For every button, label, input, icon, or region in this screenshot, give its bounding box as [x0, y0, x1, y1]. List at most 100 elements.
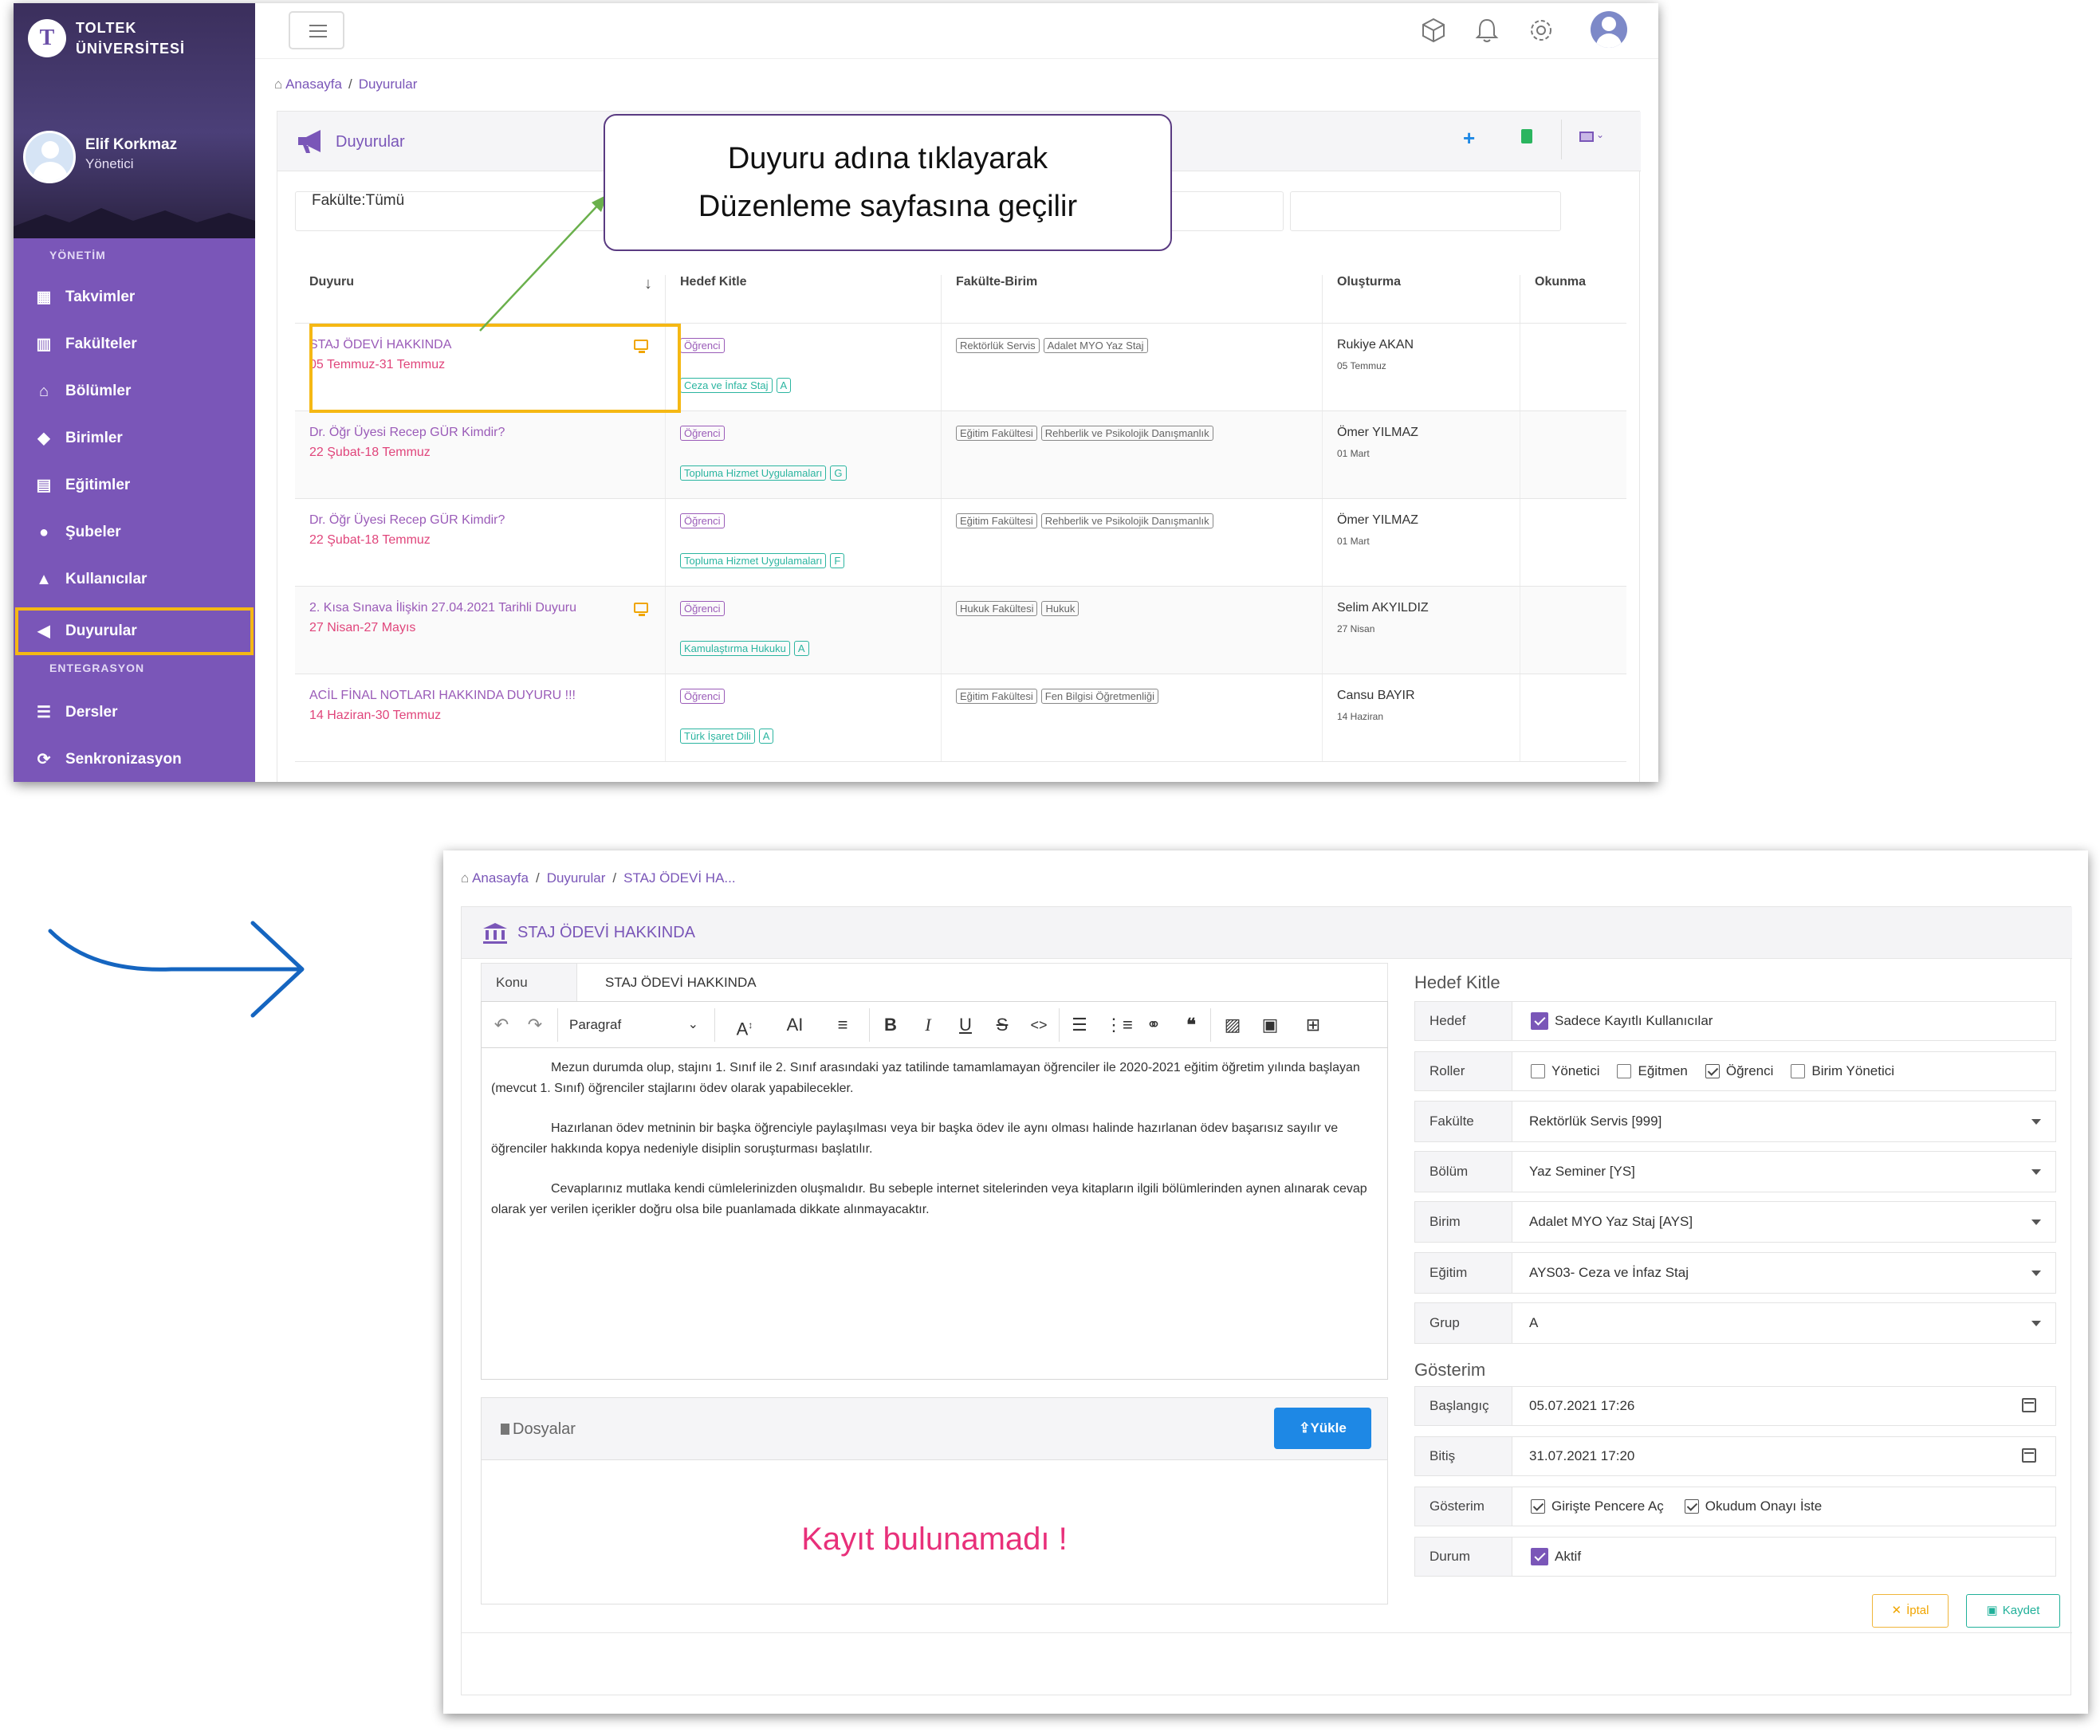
group-select[interactable]: Grup A: [1414, 1302, 2056, 1344]
table-row[interactable]: ACİL FİNAL NOTLARI HAKKINDA DUYURU !!! 1…: [295, 674, 1626, 762]
column-header-faculty-unit[interactable]: Fakülte-Birim: [942, 275, 1323, 323]
column-header-audience[interactable]: Hedef Kitle: [666, 275, 942, 323]
announcement-title-link[interactable]: Dr. Öğr Üyesi Recep GÜR Kimdir?: [309, 426, 505, 440]
role-checkbox-admin[interactable]: [1531, 1064, 1545, 1078]
columns-icon[interactable]: [1579, 132, 1594, 142]
sidebar-item-label: Dersler: [65, 704, 118, 721]
editor-content[interactable]: Mezun durumda olup, stajını 1. Sınıf ile…: [491, 1058, 1376, 1239]
files-title: Dosyalar: [501, 1420, 576, 1439]
cube-icon[interactable]: [1419, 16, 1448, 45]
italic-icon[interactable]: I: [916, 1013, 940, 1037]
sidebar-item-units[interactable]: ◆ Birimler: [14, 415, 255, 461]
breadcrumb-announcements[interactable]: Duyurular: [359, 77, 418, 92]
bold-icon[interactable]: B: [879, 1013, 903, 1037]
announcement-cell[interactable]: Dr. Öğr Üyesi Recep GÜR Kimdir? 22 Şubat…: [295, 499, 666, 587]
created-cell: Ömer YILMAZ 01 Mart: [1323, 499, 1520, 587]
cancel-button[interactable]: ✕ İptal: [1872, 1594, 1949, 1628]
numbered-list-icon[interactable]: ⋮≡: [1105, 1013, 1133, 1037]
sidebar-item-label: Kullanıcılar: [65, 571, 147, 587]
unit-tag: Rehberlik ve Psikolojik Danışmanlık: [1040, 513, 1213, 528]
popup-on-login-checkbox[interactable]: [1531, 1499, 1545, 1514]
announcement-title-link[interactable]: Dr. Öğr Üyesi Recep GÜR Kimdir?: [309, 513, 505, 528]
sidebar-item-courses[interactable]: ☰ Dersler: [14, 689, 255, 736]
group-value: A: [1529, 1315, 1539, 1330]
code-icon[interactable]: <>: [1027, 1013, 1051, 1037]
font-family-icon[interactable]: AI: [775, 1013, 815, 1037]
calendar-icon[interactable]: [2022, 1398, 2036, 1412]
end-date-field[interactable]: Bitiş 31.07.2021 17:20: [1414, 1436, 2056, 1476]
gear-icon[interactable]: [1527, 16, 1555, 45]
created-date: 01 Mart: [1337, 448, 1370, 459]
column-header-read[interactable]: Okunma: [1520, 275, 1626, 323]
table-row[interactable]: Dr. Öğr Üyesi Recep GÜR Kimdir? 22 Şubat…: [295, 498, 1626, 587]
status-checkbox[interactable]: Aktif: [1531, 1538, 1581, 1576]
role-checkbox-instructor[interactable]: [1617, 1064, 1632, 1078]
sidebar-item-faculties[interactable]: ▥ Fakülteler: [14, 321, 255, 367]
sort-arrow-icon[interactable]: ↓: [644, 275, 652, 293]
start-date-field[interactable]: Başlangıç 05.07.2021 17:26: [1414, 1386, 2056, 1426]
profile-avatar[interactable]: [1591, 11, 1627, 48]
strikethrough-icon[interactable]: S: [990, 1013, 1014, 1037]
announcement-title-link[interactable]: 2. Kısa Sınava İlişkin 27.04.2021 Tarihl…: [309, 601, 576, 615]
announcement-title-link[interactable]: ACİL FİNAL NOTLARI HAKKINDA DUYURU !!!: [309, 689, 576, 703]
excel-icon[interactable]: [1521, 129, 1532, 143]
announcement-cell[interactable]: 2. Kısa Sınava İlişkin 27.04.2021 Tarihl…: [295, 587, 666, 674]
flow-arrow-icon: [48, 921, 305, 1018]
align-icon[interactable]: ≡: [824, 1013, 861, 1037]
unit-tag: Rehberlik ve Psikolojik Danışmanlık: [1040, 426, 1213, 441]
department-select[interactable]: Bölüm Yaz Seminer [YS]: [1414, 1151, 2056, 1192]
sidebar-item-branches[interactable]: ● Şubeler: [14, 509, 255, 556]
undo-icon[interactable]: ↶: [490, 1013, 513, 1037]
breadcrumb-home[interactable]: Anasayfa: [472, 870, 529, 886]
search-input[interactable]: [1290, 191, 1561, 231]
faculty-select[interactable]: Fakülte Rektörlük Servis [999]: [1414, 1101, 2056, 1142]
save-button[interactable]: ▣ Kaydet: [1966, 1594, 2060, 1628]
column-header-created[interactable]: Oluşturma: [1323, 275, 1520, 323]
user-avatar[interactable]: [23, 131, 76, 183]
read-confirm-checkbox[interactable]: [1684, 1499, 1699, 1514]
editor-paragraph: Mezun durumda olup, stajını 1. Sınıf ile…: [491, 1061, 1360, 1095]
add-icon[interactable]: +: [1463, 126, 1475, 151]
chevron-down-icon[interactable]: ⌄: [1596, 129, 1604, 140]
paragraph-select-label: Paragraf: [569, 1017, 622, 1032]
image-upload-icon[interactable]: ▨: [1219, 1013, 1246, 1037]
sidebar-item-calendars[interactable]: ▦ Takvimler: [14, 274, 255, 320]
announcement-cell[interactable]: ACİL FİNAL NOTLARI HAKKINDA DUYURU !!! 1…: [295, 674, 666, 762]
university-logo[interactable]: T: [28, 19, 66, 57]
sidebar-item-sync[interactable]: ⟳ Senkronizasyon: [14, 736, 255, 782]
calendar-icon[interactable]: [2022, 1448, 2036, 1463]
sidebar-item-label: Takvimler: [65, 289, 136, 305]
unit-select[interactable]: Birim Adalet MYO Yaz Staj [AYS]: [1414, 1201, 2056, 1243]
target-checkbox[interactable]: Sadece Kayıtlı Kullanıcılar: [1531, 1002, 1713, 1040]
quote-icon[interactable]: ❝: [1179, 1013, 1203, 1037]
role-checkbox-unit-admin[interactable]: [1791, 1064, 1806, 1078]
paragraph-select[interactable]: Paragraf ⌄: [569, 1013, 705, 1037]
sidebar-item-users[interactable]: ▲ Kullanıcılar: [14, 556, 255, 603]
role-checkbox-student[interactable]: [1705, 1064, 1720, 1078]
sidebar-item-departments[interactable]: ⌂ Bölümler: [14, 368, 255, 414]
subject-input[interactable]: STAJ ÖDEVİ HAKKINDA: [605, 964, 757, 1002]
breadcrumb-announcements[interactable]: Duyurular: [547, 870, 606, 886]
table-row[interactable]: 2. Kısa Sınava İlişkin 27.04.2021 Tarihl…: [295, 586, 1626, 674]
font-size-icon[interactable]: A↕: [725, 1013, 765, 1039]
bullet-list-icon[interactable]: ☰: [1068, 1013, 1091, 1037]
table-icon[interactable]: ⊞: [1293, 1013, 1333, 1037]
sidebar-item-trainings[interactable]: ▤ Eğitimler: [14, 462, 255, 509]
menu-toggle-button[interactable]: [289, 11, 344, 49]
checkbox-checked[interactable]: [1531, 1548, 1548, 1565]
checkbox-checked[interactable]: [1531, 1012, 1548, 1030]
table-row[interactable]: Dr. Öğr Üyesi Recep GÜR Kimdir? 22 Şubat…: [295, 410, 1626, 499]
underline-icon[interactable]: U: [954, 1013, 977, 1037]
education-select[interactable]: Eğitim AYS03- Ceza ve İnfaz Staj: [1414, 1252, 2056, 1294]
link-icon[interactable]: ⚭: [1142, 1013, 1166, 1037]
image-icon[interactable]: ▣: [1256, 1013, 1284, 1037]
upload-button[interactable]: ⇪Yükle: [1274, 1408, 1371, 1449]
breadcrumb-home[interactable]: Anasayfa: [285, 77, 342, 92]
announcement-cell[interactable]: Dr. Öğr Üyesi Recep GÜR Kimdir? 22 Şubat…: [295, 411, 666, 499]
users-icon: ●: [38, 524, 49, 541]
book-icon: ▤: [36, 477, 52, 494]
creator-name: Selim AKYILDIZ: [1337, 601, 1429, 615]
bell-icon[interactable]: [1473, 16, 1501, 45]
redo-icon[interactable]: ↷: [523, 1013, 547, 1037]
megaphone-icon: [298, 130, 321, 153]
